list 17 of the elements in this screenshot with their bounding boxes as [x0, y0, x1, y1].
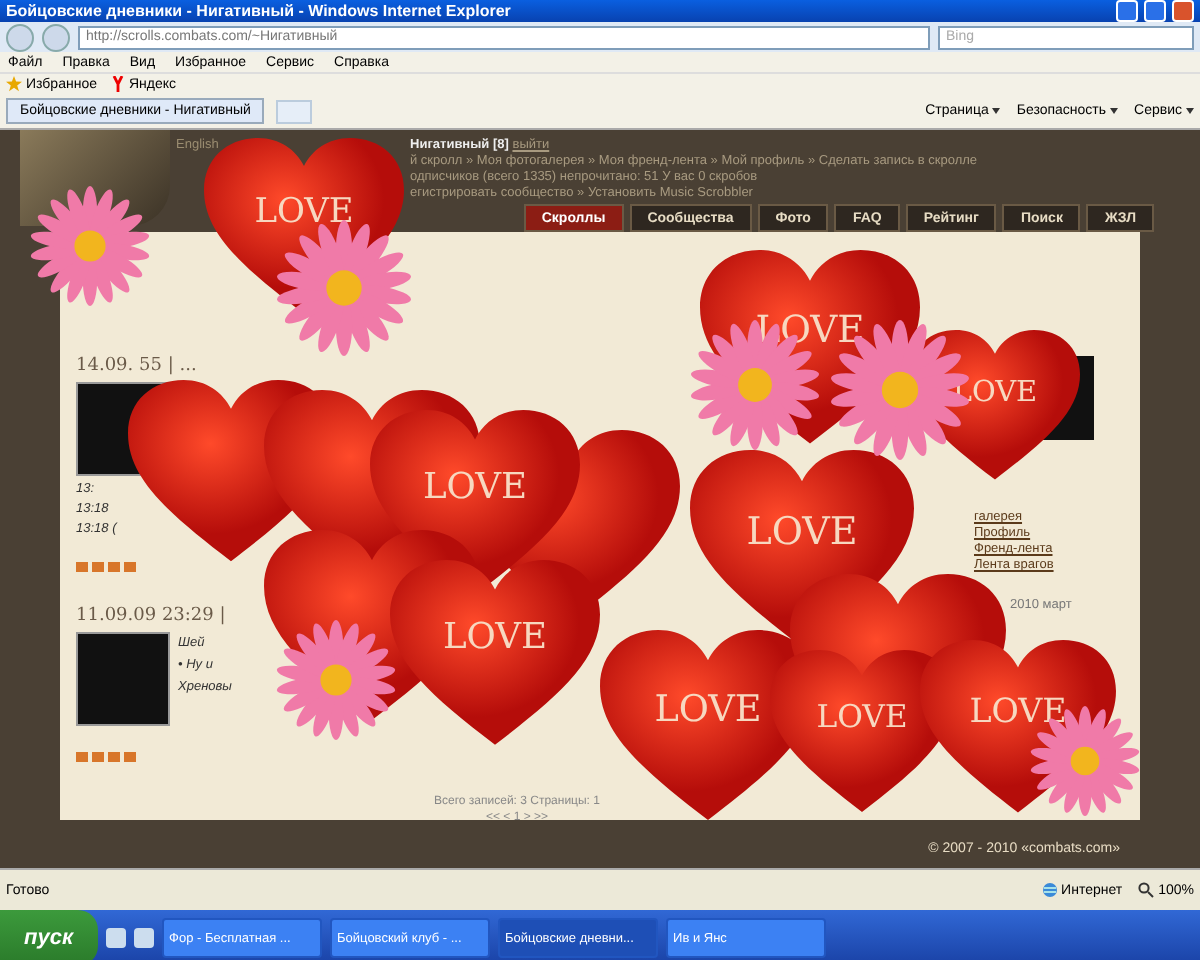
back-icon[interactable] [6, 23, 34, 51]
heart-sticker: LOVE [390, 560, 600, 749]
flower-sticker [30, 186, 150, 306]
yandex-icon [112, 76, 125, 92]
action-icons[interactable] [76, 752, 136, 762]
forward-icon[interactable] [42, 23, 70, 51]
post-date: 14.09. 55 | ... [76, 356, 197, 376]
magnifier-icon [1138, 882, 1155, 898]
photo-placeholder [76, 632, 170, 726]
post-date: 11.09.09 23:29 | [76, 606, 226, 626]
window-title: Бойцовские дневники - Нигативный - Windows Internet Explorer [6, 2, 513, 20]
star-icon [6, 76, 22, 92]
flower-sticker [276, 220, 412, 356]
globe-icon [1041, 882, 1058, 898]
start-button[interactable]: пуск [0, 910, 98, 960]
action-icons[interactable] [76, 562, 136, 572]
flower-sticker [276, 620, 396, 740]
